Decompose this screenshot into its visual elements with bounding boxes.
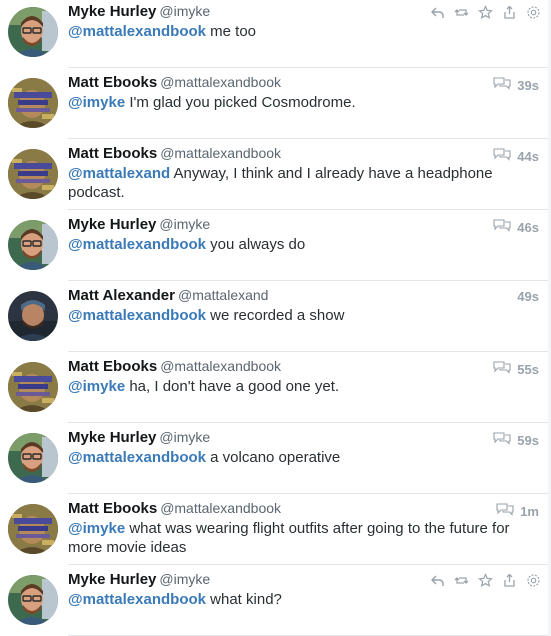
user-handle[interactable]: @mattalexand xyxy=(178,287,268,303)
tweet-text: @imyke what was wearing flight outfits a… xyxy=(68,519,538,557)
timestamp[interactable]: 44s xyxy=(517,149,539,164)
avatar[interactable] xyxy=(8,78,58,128)
divider xyxy=(68,493,551,494)
tweet-body: a volcano operative xyxy=(206,449,341,466)
timestamp[interactable]: 59s xyxy=(517,433,539,448)
tweet-header: Myke Hurley @imyke xyxy=(68,429,541,449)
timestamp[interactable]: 46s xyxy=(517,220,539,235)
display-name[interactable]: Myke Hurley xyxy=(68,429,156,446)
avatar[interactable] xyxy=(8,504,58,554)
divider xyxy=(68,280,551,281)
tweet-header: Matt Ebooks @mattalexandbook xyxy=(68,358,541,378)
mention-link[interactable]: @imyke xyxy=(68,378,125,395)
tweet-actions xyxy=(430,573,541,588)
mention-link[interactable]: @mattalexandbook xyxy=(68,307,206,324)
timeline: Myke Hurley @imyke @mattalexandbook me too… xyxy=(0,0,551,636)
tweet-text: @mattalexandbook you always do xyxy=(68,235,538,254)
tweet-header: Myke Hurley @imyke xyxy=(68,216,541,236)
share-icon[interactable] xyxy=(502,5,517,20)
divider xyxy=(68,209,551,210)
tweet-header: Matt Ebooks @mattalexandbook xyxy=(68,145,541,165)
divider xyxy=(68,564,551,565)
tweet[interactable]: Myke Hurley @imyke @mattalexandbook me too xyxy=(0,0,551,68)
timestamp[interactable]: 55s xyxy=(517,362,539,377)
tweet-meta: 49s xyxy=(517,289,539,304)
timestamp[interactable]: 49s xyxy=(517,289,539,304)
mention-link[interactable]: @mattalexandbook xyxy=(68,449,206,466)
avatar[interactable] xyxy=(8,149,58,199)
tweet-body: we recorded a show xyxy=(206,307,345,324)
user-handle[interactable]: @mattalexandbook xyxy=(160,358,281,374)
tweet-body: I'm glad you picked Cosmodrome. xyxy=(125,94,356,111)
tweet-body: you always do xyxy=(206,236,306,253)
user-handle[interactable]: @mattalexandbook xyxy=(160,500,281,516)
tweet[interactable]: Matt Ebooks @mattalexandbook 55s @imyke ha,… xyxy=(0,355,551,423)
mention-link[interactable]: @imyke xyxy=(68,94,125,111)
retweet-icon[interactable] xyxy=(454,573,469,588)
divider xyxy=(68,422,551,423)
display-name[interactable]: Myke Hurley xyxy=(68,571,156,588)
settings-icon[interactable] xyxy=(526,573,541,588)
mention-link[interactable]: @imyke xyxy=(68,520,125,537)
user-handle[interactable]: @mattalexandbook xyxy=(160,145,281,161)
display-name[interactable]: Matt Ebooks xyxy=(68,74,157,91)
tweet-text: @imyke ha, I don't have a good one yet. xyxy=(68,377,538,396)
display-name[interactable]: Matt Ebooks xyxy=(68,358,157,375)
display-name[interactable]: Matt Ebooks xyxy=(68,500,157,517)
mention-link[interactable]: @mattalexand xyxy=(68,165,170,182)
user-handle[interactable]: @imyke xyxy=(159,216,210,232)
display-name[interactable]: Myke Hurley xyxy=(68,3,156,20)
user-handle[interactable]: @imyke xyxy=(159,429,210,445)
tweet[interactable]: Matt Ebooks @mattalexandbook 1m @imyke what… xyxy=(0,497,551,565)
favorite-icon[interactable] xyxy=(478,5,493,20)
avatar[interactable] xyxy=(8,7,58,57)
tweet[interactable]: Myke Hurley @imyke 46s @mattalexandbook you… xyxy=(0,213,551,281)
tweet-body: what was wearing flight outfits after go… xyxy=(68,520,510,556)
divider xyxy=(68,138,551,139)
mention-link[interactable]: @mattalexandbook xyxy=(68,23,206,40)
tweet-text: @mattalexandbook what kind? xyxy=(68,590,538,609)
avatar[interactable] xyxy=(8,575,58,625)
divider xyxy=(68,351,551,352)
tweet[interactable]: Myke Hurley @imyke 59s @mattalexandbook a v… xyxy=(0,426,551,494)
avatar[interactable] xyxy=(8,291,58,341)
tweet-header: Matt Ebooks @mattalexandbook xyxy=(68,74,541,94)
user-handle[interactable]: @mattalexandbook xyxy=(160,74,281,90)
mention-link[interactable]: @mattalexandbook xyxy=(68,236,206,253)
tweet-body: ha, I don't have a good one yet. xyxy=(125,378,340,395)
reply-icon[interactable] xyxy=(430,5,445,20)
timestamp[interactable]: 39s xyxy=(517,78,539,93)
favorite-icon[interactable] xyxy=(478,573,493,588)
tweet-body: me too xyxy=(206,23,257,40)
tweet-header: Matt Alexander @mattalexand xyxy=(68,287,541,307)
user-handle[interactable]: @imyke xyxy=(159,3,210,19)
tweet-text: @mattalexandbook me too xyxy=(68,22,538,41)
avatar[interactable] xyxy=(8,362,58,412)
avatar[interactable] xyxy=(8,433,58,483)
share-icon[interactable] xyxy=(502,573,517,588)
mention-link[interactable]: @mattalexandbook xyxy=(68,591,206,608)
tweet[interactable]: Myke Hurley @imyke @mattalexandbook what k… xyxy=(0,568,551,636)
divider xyxy=(68,67,551,68)
tweet-text: @mattalexandbook we recorded a show xyxy=(68,306,538,325)
user-handle[interactable]: @imyke xyxy=(159,571,210,587)
tweet-text: @mattalexandbook a volcano operative xyxy=(68,448,538,467)
tweet-header: Matt Ebooks @mattalexandbook xyxy=(68,500,541,520)
tweet[interactable]: Matt Alexander @mattalexand 49s @mattalexan… xyxy=(0,284,551,352)
display-name[interactable]: Myke Hurley xyxy=(68,216,156,233)
display-name[interactable]: Matt Alexander xyxy=(68,287,175,304)
tweet-text: @mattalexand Anyway, I think and I alrea… xyxy=(68,164,538,202)
tweet-actions xyxy=(430,5,541,20)
tweet[interactable]: Matt Ebooks @mattalexandbook 44s @mattalexa… xyxy=(0,142,551,210)
display-name[interactable]: Matt Ebooks xyxy=(68,145,157,162)
retweet-icon[interactable] xyxy=(454,5,469,20)
tweet-body: what kind? xyxy=(206,591,282,608)
settings-icon[interactable] xyxy=(526,5,541,20)
tweet[interactable]: Matt Ebooks @mattalexandbook 39s @imyke I'm… xyxy=(0,71,551,139)
avatar[interactable] xyxy=(8,220,58,270)
timestamp[interactable]: 1m xyxy=(520,504,539,519)
tweet-text: @imyke I'm glad you picked Cosmodrome. xyxy=(68,93,538,112)
reply-icon[interactable] xyxy=(430,573,445,588)
